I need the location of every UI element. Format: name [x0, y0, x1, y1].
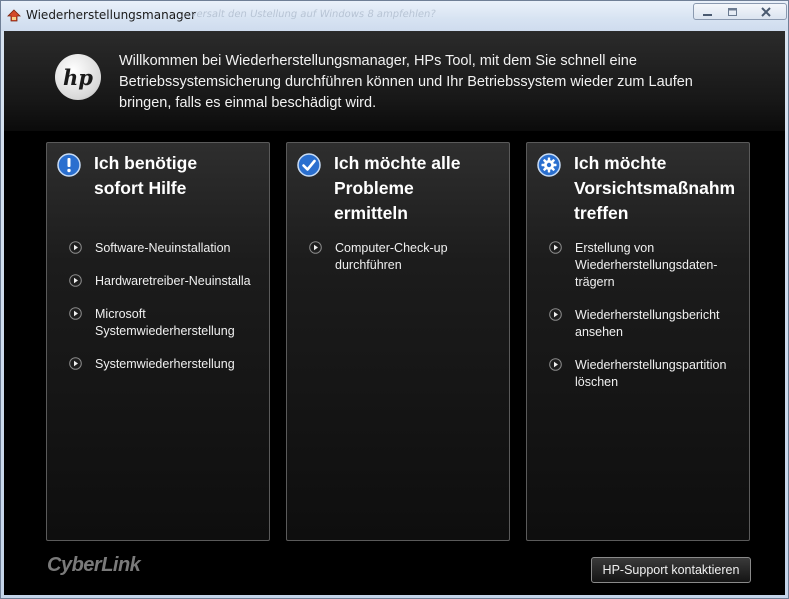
maximize-icon	[728, 8, 737, 16]
welcome-line: bringen, falls es einmal beschädigt wird…	[119, 95, 377, 111]
item-label: Wiederherstellungspartition löschen	[575, 358, 727, 389]
play-bullet-icon	[309, 241, 322, 254]
play-bullet-icon	[549, 308, 562, 321]
play-bullet-icon	[69, 241, 82, 254]
play-bullet-icon	[549, 241, 562, 254]
checkmark-icon	[297, 153, 321, 177]
item-label: Software-Neuinstallation	[95, 241, 231, 255]
item-label: Wiederherstellungsbericht ansehen	[575, 308, 720, 339]
panel-title: Ich möchte Vorsichtsmaßnahm treffen	[574, 151, 749, 226]
client-area: hp Willkommen bei Wiederherstellungsmana…	[4, 31, 785, 595]
welcome-line: Betriebssystemsicherung durchführen könn…	[119, 74, 693, 90]
panel-title-line: Ich möchte alle	[334, 153, 461, 173]
item-label: Systemwiederherstellung	[95, 357, 235, 371]
welcome-header: hp Willkommen bei Wiederherstellungsmana…	[4, 31, 785, 131]
panel-title-line: Ich benötige	[94, 153, 198, 173]
play-bullet-icon	[549, 358, 562, 371]
maximize-button[interactable]	[719, 3, 746, 20]
close-button[interactable]	[745, 3, 787, 20]
app-icon	[7, 9, 21, 22]
window-title: Wiederherstellungsmanager	[26, 8, 196, 22]
minimize-icon	[703, 14, 712, 16]
panel-title-line: ermitteln	[334, 203, 408, 223]
panel-title: Ich benötige sofort Hilfe	[94, 151, 269, 201]
exclamation-icon	[57, 153, 81, 177]
panel-title-line: Vorsichtsmaßnahm	[574, 178, 736, 198]
gear-icon	[537, 153, 561, 177]
panel-title-line: Probleme	[334, 178, 414, 198]
panel-title-line: treffen	[574, 203, 629, 223]
hp-logo: hp	[55, 54, 101, 100]
minimize-button[interactable]	[693, 3, 720, 20]
background-ghost-text: ...versalt den Ustellung auf Windows 8 a…	[180, 9, 437, 20]
panel-detect-problems: Ich möchte alle Probleme ermitteln Compu…	[286, 142, 510, 541]
close-icon	[761, 7, 771, 17]
play-bullet-icon	[69, 307, 82, 320]
hp-support-button[interactable]: HP-Support kontaktieren	[591, 557, 751, 583]
panel-urgent-help: Ich benötige sofort Hilfe Software-Neuin…	[46, 142, 270, 541]
panel-title: Ich möchte alle Probleme ermitteln	[334, 151, 509, 226]
item-label: Erstellung von Wiederherstellungsdaten- …	[575, 241, 718, 289]
panel-title-line: sofort Hilfe	[94, 178, 187, 198]
item-label: Hardwaretreiber-Neuinstalla	[95, 274, 251, 288]
item-label: Computer-Check-up durchführen	[335, 241, 448, 272]
title-bar[interactable]: Wiederherstellungsmanager ...versalt den…	[1, 1, 788, 31]
app-window: Wiederherstellungsmanager ...versalt den…	[0, 0, 789, 599]
play-bullet-icon	[69, 357, 82, 370]
play-bullet-icon	[69, 274, 82, 287]
welcome-text: Willkommen bei Wiederherstellungsmanager…	[119, 51, 779, 114]
item-label: Microsoft Systemwiederherstellung	[95, 307, 235, 338]
cyberlink-logo: CyberLink	[47, 554, 141, 576]
panel-precautions: Ich möchte Vorsichtsmaßnahm treffen Erst…	[526, 142, 750, 541]
svg-text:hp: hp	[63, 65, 93, 90]
panel-title-line: Ich möchte	[574, 153, 667, 173]
welcome-line: Willkommen bei Wiederherstellungsmanager…	[119, 53, 637, 69]
